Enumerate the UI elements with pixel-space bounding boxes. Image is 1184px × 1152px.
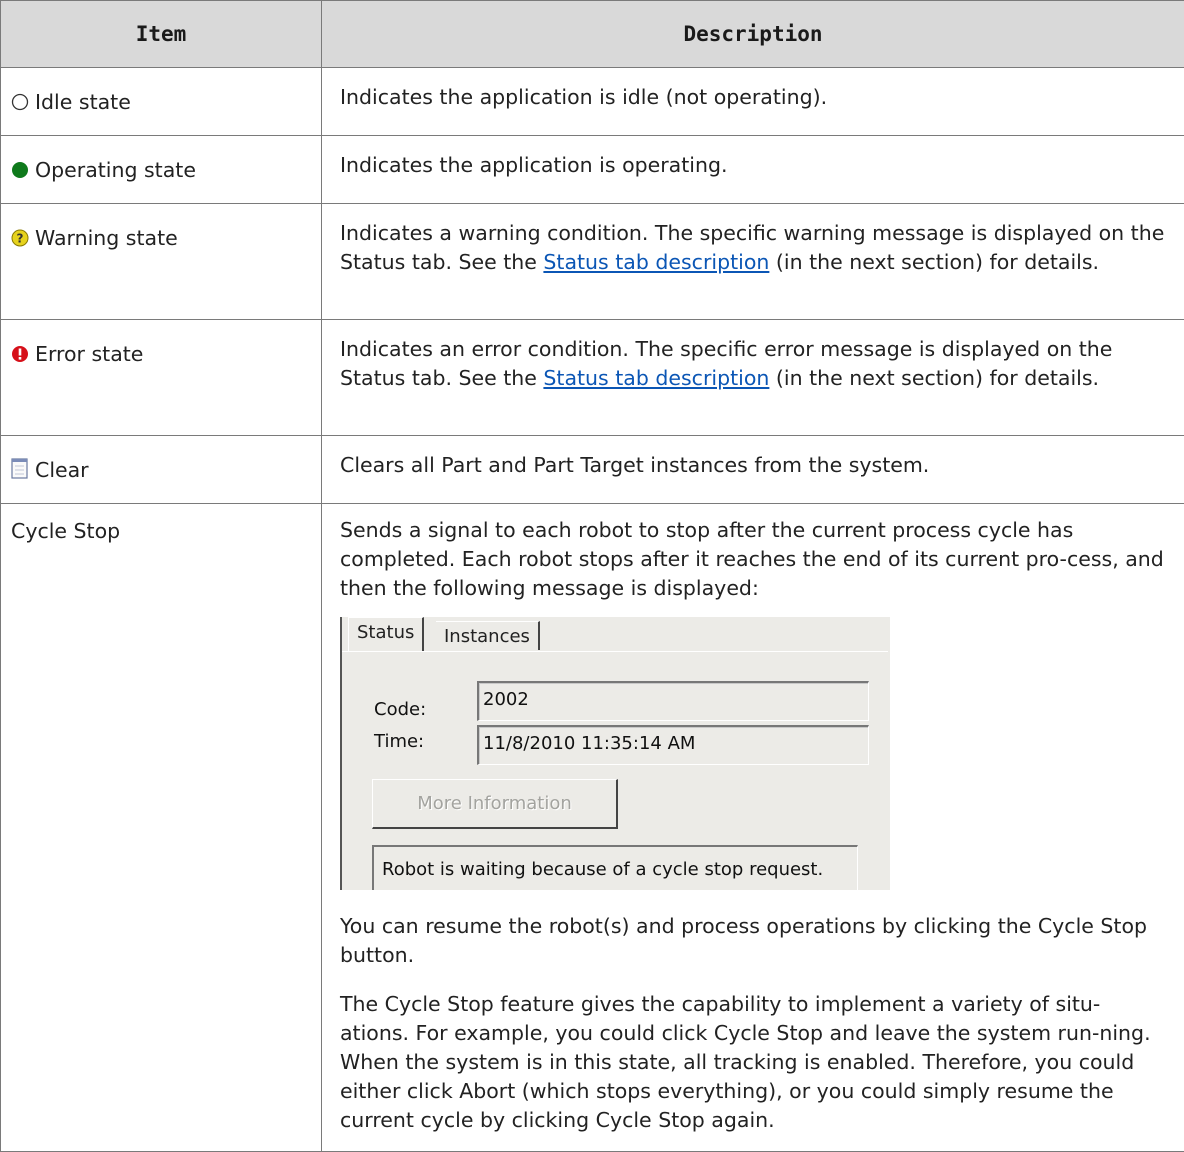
description-cell: Indicates the application is operating. [322,136,1184,204]
description-paragraph: Sends a signal to each robot to stop aft… [340,516,1166,603]
description-paragraph: You can resume the robot(s) and process … [340,912,1166,970]
error-icon [11,342,29,371]
description-text: (in the next section) for details. [769,250,1099,274]
description-cell: Clears all Part and Part Target instance… [322,436,1184,504]
status-tab-screenshot: Status Instances Code: 2002 Time: 11/8/2… [340,617,890,890]
tab-status: Status [348,617,424,652]
item-cell: Clear [1,436,322,504]
header-description: Description [322,1,1184,68]
description-cell: Indicates an error condition. The specif… [322,320,1184,436]
item-cell: Error state [1,320,322,436]
description-text: Indicates the application is operating. [340,153,728,177]
item-label: Warning state [35,226,178,250]
warning-icon: ? [11,226,29,255]
header-item: Item [1,1,322,68]
item-label: Idle state [35,90,131,114]
code-label: Code: [374,695,426,724]
item-cell: Cycle Stop [1,504,322,1152]
table-row: Clear Clears all Part and Part Target in… [1,436,1184,504]
code-field: 2002 [477,681,869,721]
description-text: Indicates the application is idle (not o… [340,85,827,109]
description-cell: Sends a signal to each robot to stop aft… [322,504,1184,1152]
description-cell: Indicates a warning condition. The speci… [322,204,1184,320]
idle-circle-icon [11,90,29,119]
status-tab-link[interactable]: Status tab description [543,250,769,274]
clear-icon [11,457,29,487]
table-row: Operating state Indicates the applicatio… [1,136,1184,204]
items-table: Item Description Idle state Indicates th… [0,0,1184,1152]
item-cell: ? Warning state [1,204,322,320]
item-label: Error state [35,342,143,366]
time-label: Time: [374,727,424,756]
more-information-button: More Information [372,779,618,829]
description-text: Clears all Part and Part Target instance… [340,453,929,477]
description-cell: Indicates the application is idle (not o… [322,68,1184,136]
tab-instances: Instances [436,621,540,650]
item-cell: Idle state [1,68,322,136]
time-field: 11/8/2010 11:35:14 AM [477,725,869,765]
table-row: Error state Indicates an error condition… [1,320,1184,436]
item-label: Cycle Stop [11,519,120,543]
table-row: Cycle Stop Sends a signal to each robot … [1,504,1184,1152]
status-tab-link[interactable]: Status tab description [543,366,769,390]
table-row: ? Warning state Indicates a warning cond… [1,204,1184,320]
item-label: Clear [35,458,89,482]
item-label: Operating state [35,158,196,182]
svg-text:?: ? [17,232,24,246]
description-text: (in the next section) for details. [769,366,1099,390]
description-paragraph: The Cycle Stop feature gives the capabil… [340,990,1166,1135]
table-header-row: Item Description [1,1,1184,68]
table-row: Idle state Indicates the application is … [1,68,1184,136]
status-message: Robot is waiting because of a cycle stop… [372,845,858,890]
item-cell: Operating state [1,136,322,204]
tab-divider [342,651,888,652]
tab-strip: Status Instances [342,617,888,653]
green-dot-icon [11,158,29,187]
